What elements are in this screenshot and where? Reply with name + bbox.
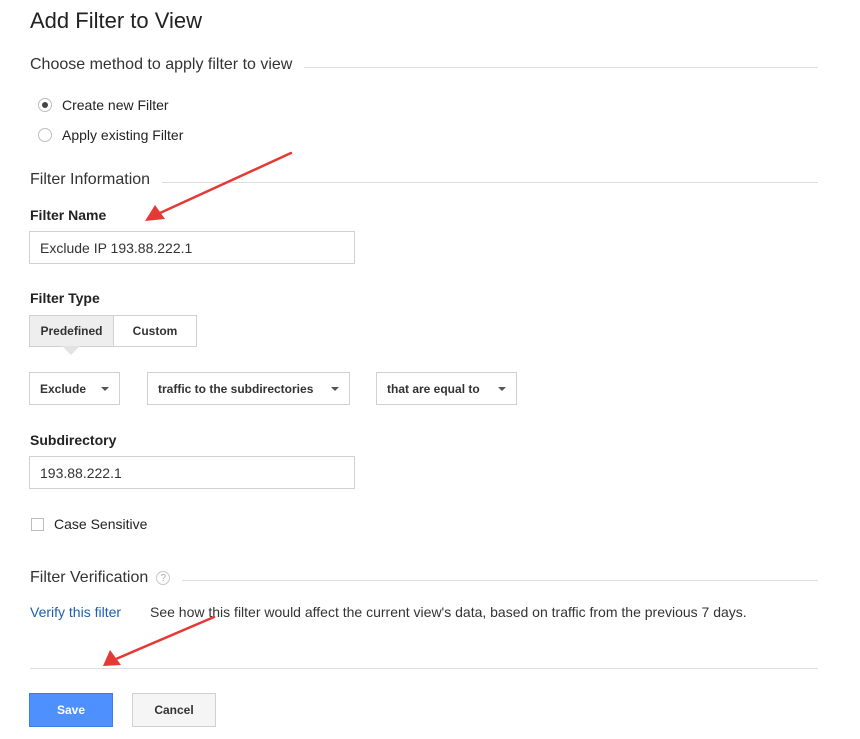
annotation-arrow-save	[103, 615, 216, 666]
annotation-arrow-filter-name	[145, 151, 293, 221]
annotation-overlay	[103, 151, 293, 666]
